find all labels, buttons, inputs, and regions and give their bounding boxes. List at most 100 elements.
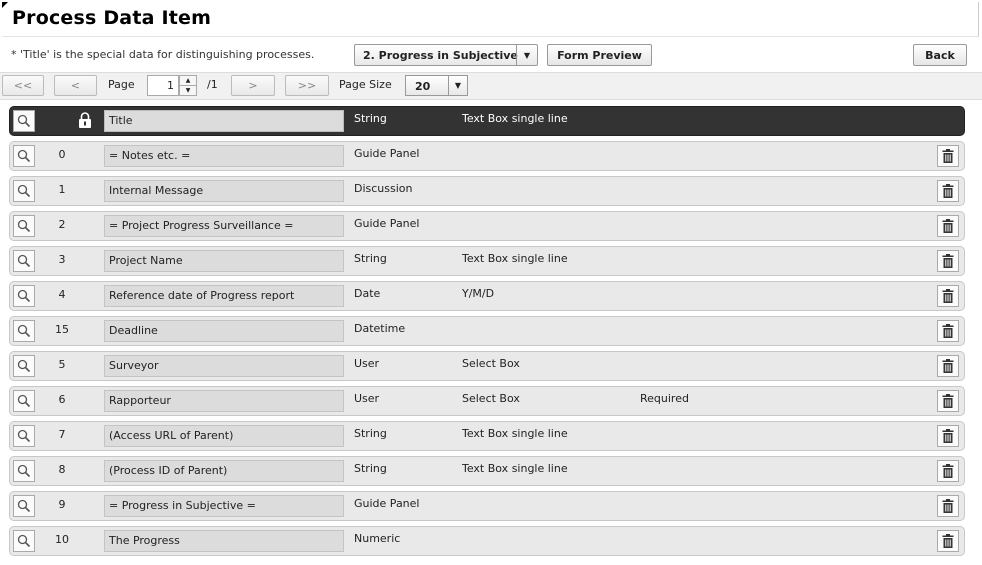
item-name-field[interactable]: = Project Progress Surveillance =: [104, 215, 344, 237]
item-type: Numeric: [354, 532, 401, 545]
item-name-field[interactable]: Project Name: [104, 250, 344, 272]
trash-icon[interactable]: [937, 530, 959, 552]
magnifier-icon[interactable]: [13, 180, 35, 202]
data-item-row: 3 Project Name String Text Box single line: [9, 246, 965, 276]
item-type: String: [354, 252, 387, 265]
data-item-list: Title String Text Box single line 0 = Notes …: [9, 106, 965, 561]
stepper-up-icon[interactable]: ▲: [180, 76, 196, 86]
item-number: 6: [58, 393, 66, 406]
item-number: 15: [55, 323, 69, 336]
process-select-label: 2. Progress in Subjective: [363, 49, 518, 62]
item-type: Date: [354, 287, 381, 300]
item-number: 2: [58, 218, 66, 231]
back-button[interactable]: Back: [913, 44, 967, 66]
page-title: Process Data Item: [12, 7, 212, 29]
process-select[interactable]: 2. Progress in Subjective ▼: [354, 44, 538, 66]
page-size-value: 20: [415, 80, 431, 93]
chevron-down-icon: ▼: [448, 76, 467, 95]
item-type: Discussion: [354, 182, 413, 195]
trash-icon[interactable]: [937, 215, 959, 237]
item-type: String: [354, 427, 387, 440]
page-total: /1: [207, 78, 218, 91]
item-type: String: [354, 462, 387, 475]
data-item-row: 6 Rapporteur User Select Box Required: [9, 386, 965, 416]
page-number-input[interactable]: 1: [147, 75, 179, 96]
pagination-toolbar: << < Page 1 ▲ ▼ /1 > >> Page Size 20 ▼: [0, 72, 982, 100]
title-row: Title String Text Box single line: [9, 106, 965, 136]
magnifier-icon[interactable]: [13, 285, 35, 307]
data-item-row: 4 Reference date of Progress report Date Y/…: [9, 281, 965, 311]
page-stepper[interactable]: ▲ ▼: [179, 75, 197, 96]
item-number: 9: [58, 498, 66, 511]
item-widget: Text Box single line: [462, 252, 568, 265]
item-number: 4: [58, 288, 66, 301]
title-note: * 'Title' is the special data for distin…: [11, 48, 315, 61]
item-name-field[interactable]: = Progress in Subjective =: [104, 495, 344, 517]
item-name-field[interactable]: Rapporteur: [104, 390, 344, 412]
item-number: 8: [58, 463, 66, 476]
data-item-row: 0 = Notes etc. = Guide Panel: [9, 141, 965, 171]
trash-icon[interactable]: [937, 145, 959, 167]
item-type: String: [354, 112, 387, 125]
next-page-button[interactable]: >: [231, 75, 275, 96]
item-type: User: [354, 357, 380, 370]
data-item-row: 8 (Process ID of Parent) String Text Box si…: [9, 456, 965, 486]
item-number: 1: [58, 183, 66, 196]
trash-icon[interactable]: [937, 390, 959, 412]
item-type: Guide Panel: [354, 147, 420, 160]
trash-icon[interactable]: [937, 285, 959, 307]
item-name-field[interactable]: Title: [104, 110, 344, 132]
item-widget: Text Box single line: [462, 462, 568, 475]
item-name-field[interactable]: Reference date of Progress report: [104, 285, 344, 307]
title-bar: Process Data Item: [2, 2, 979, 37]
lock-icon: [78, 112, 92, 128]
magnifier-icon[interactable]: [13, 425, 35, 447]
trash-icon[interactable]: [937, 495, 959, 517]
trash-icon[interactable]: [937, 180, 959, 202]
stepper-down-icon[interactable]: ▼: [180, 86, 196, 95]
item-name-field[interactable]: (Access URL of Parent): [104, 425, 344, 447]
item-widget: Y/M/D: [462, 287, 495, 300]
page-size-select[interactable]: 20 ▼: [405, 75, 468, 96]
item-widget: Select Box: [462, 357, 520, 370]
last-page-button[interactable]: >>: [285, 75, 329, 96]
first-page-button[interactable]: <<: [2, 75, 44, 96]
page-label: Page: [108, 78, 135, 91]
magnifier-icon[interactable]: [13, 320, 35, 342]
magnifier-icon[interactable]: [13, 145, 35, 167]
trash-icon[interactable]: [937, 355, 959, 377]
magnifier-icon[interactable]: [13, 530, 35, 552]
data-item-row: 2 = Project Progress Surveillance = Guide …: [9, 211, 965, 241]
trash-icon[interactable]: [937, 320, 959, 342]
data-item-row: 1 Internal Message Discussion: [9, 176, 965, 206]
item-required: Required: [640, 392, 689, 405]
prev-page-button[interactable]: <: [54, 75, 97, 96]
data-item-row: 10 The Progress Numeric: [9, 526, 965, 556]
item-number: 5: [58, 358, 66, 371]
magnifier-icon[interactable]: [13, 355, 35, 377]
magnifier-icon[interactable]: [13, 110, 35, 132]
item-widget: Text Box single line: [462, 427, 568, 440]
item-type: User: [354, 392, 380, 405]
page-size-label: Page Size: [339, 78, 392, 91]
magnifier-icon[interactable]: [13, 495, 35, 517]
trash-icon[interactable]: [937, 425, 959, 447]
item-name-field[interactable]: Surveyor: [104, 355, 344, 377]
item-number: 0: [58, 148, 66, 161]
item-name-field[interactable]: = Notes etc. =: [104, 145, 344, 167]
item-name-field[interactable]: The Progress: [104, 530, 344, 552]
magnifier-icon[interactable]: [13, 215, 35, 237]
data-item-row: 7 (Access URL of Parent) String Text Box si…: [9, 421, 965, 451]
item-name-field[interactable]: Internal Message: [104, 180, 344, 202]
trash-icon[interactable]: [937, 460, 959, 482]
magnifier-icon[interactable]: [13, 250, 35, 272]
magnifier-icon[interactable]: [13, 460, 35, 482]
item-type: Guide Panel: [354, 497, 420, 510]
trash-icon[interactable]: [937, 250, 959, 272]
item-name-field[interactable]: (Process ID of Parent): [104, 460, 344, 482]
data-item-row: 15 Deadline Datetime: [9, 316, 965, 346]
form-preview-button[interactable]: Form Preview: [547, 44, 652, 66]
item-name-field[interactable]: Deadline: [104, 320, 344, 342]
magnifier-icon[interactable]: [13, 390, 35, 412]
item-number: 3: [58, 253, 66, 266]
